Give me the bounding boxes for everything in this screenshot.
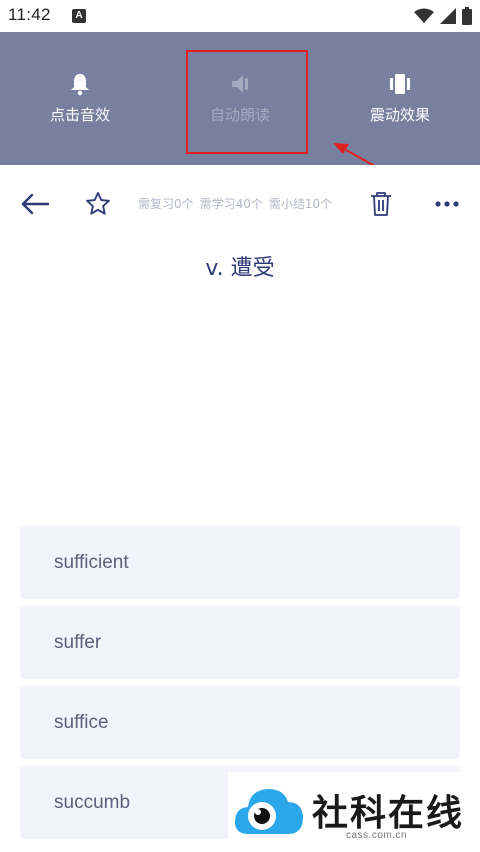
watermark: 社科在线 cass.com.cn <box>228 772 480 852</box>
review-count: 需复习0个 <box>138 197 194 211</box>
bell-icon <box>71 74 89 96</box>
answer-option-text: suffer <box>54 632 102 653</box>
cloud-eye-logo <box>234 789 303 834</box>
answer-option[interactable]: suffer <box>20 606 460 679</box>
battery-icon <box>462 7 472 25</box>
progress-counts: 需复习0个 需学习40个 需小结10个 <box>138 195 338 212</box>
summary-count: 需小结10个 <box>268 197 333 211</box>
answer-option[interactable]: suffice <box>20 686 460 759</box>
trash-icon <box>371 192 391 216</box>
status-time: 11:42 <box>8 5 51 24</box>
answer-option-text: suffice <box>54 712 109 733</box>
status-icons <box>414 7 472 25</box>
answer-option[interactable]: sufficient <box>20 526 460 599</box>
delete-button[interactable] <box>364 187 398 221</box>
star-icon <box>86 191 110 215</box>
toolbar: 需复习0个 需学习40个 需小结10个 <box>0 165 480 243</box>
vibrate-icon <box>390 74 410 94</box>
back-button[interactable] <box>18 187 52 221</box>
watermark-url: cass.com.cn <box>346 830 408 841</box>
more-button[interactable] <box>430 187 464 221</box>
status-bar: 11:42 A <box>0 0 480 32</box>
wifi-icon <box>414 8 434 23</box>
learn-count: 需学习40个 <box>199 197 263 211</box>
signal-icon <box>440 8 456 24</box>
annotation-highlight-box <box>186 50 308 154</box>
more-dots-icon <box>435 201 459 207</box>
back-arrow-icon <box>21 193 50 215</box>
favorite-button[interactable] <box>81 187 115 221</box>
notification-icon: A <box>72 9 86 23</box>
word-definition: v. 遭受 <box>205 256 275 281</box>
vibration-toggle[interactable]: 震动效果 <box>320 32 480 165</box>
answer-option-text: sufficient <box>54 552 129 573</box>
click-sound-toggle[interactable]: 点击音效 <box>0 32 160 165</box>
answer-option-text: succumb <box>54 792 131 813</box>
click-sound-label: 点击音效 <box>49 106 110 124</box>
watermark-title: 社科在线 <box>312 793 465 834</box>
vibration-label: 震动效果 <box>369 106 430 124</box>
